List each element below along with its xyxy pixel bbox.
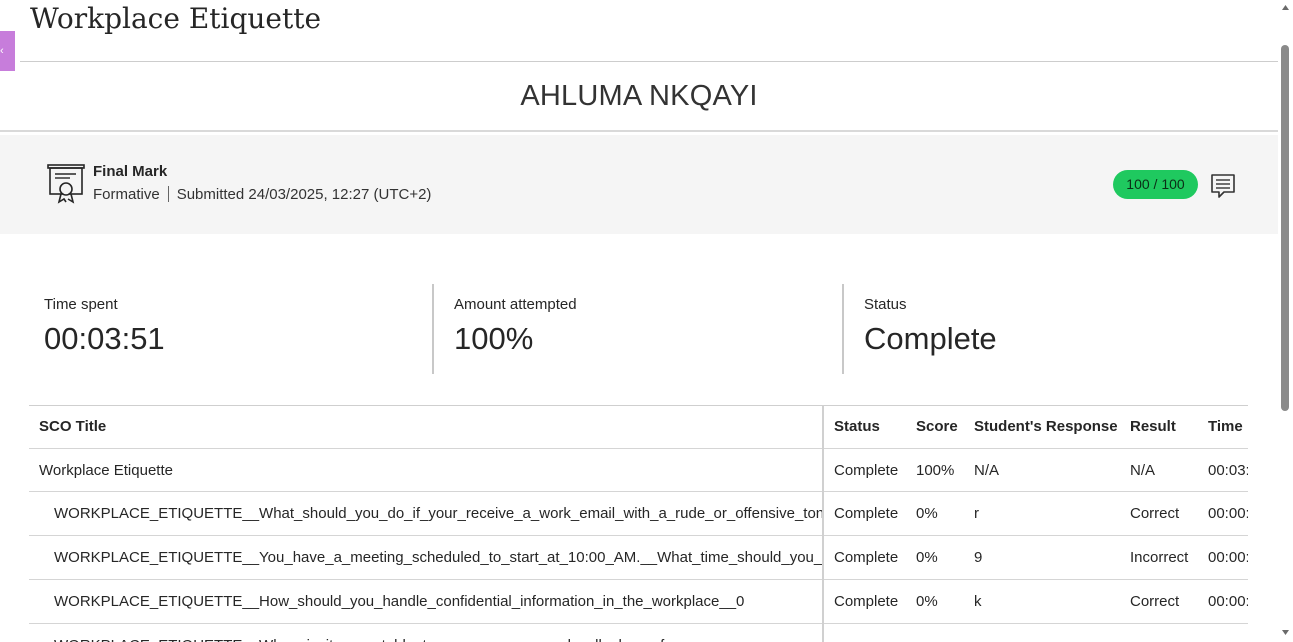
cell-time <box>1198 623 1248 642</box>
cell-response: N/A <box>964 448 1120 492</box>
divider <box>20 61 1278 62</box>
stat-label: Status <box>864 296 907 313</box>
cell-status: Complete <box>823 535 906 580</box>
cell-time: 00:00: <box>1198 535 1248 580</box>
separator <box>167 186 169 202</box>
table-row: WORKPLACE_ETIQUETTE__When_is_it_acceptab… <box>29 623 1248 642</box>
cell-score: 0% <box>906 579 964 624</box>
stat-value: 00:03:51 <box>44 321 165 356</box>
cell-status: Complete <box>823 579 906 624</box>
certificate-icon <box>47 164 85 204</box>
table-row: WORKPLACE_ETIQUETTE__What_should_you_do_… <box>29 491 1248 536</box>
sco-table-container[interactable]: SCO Title Status Score Student's Respons… <box>29 405 1248 642</box>
cell-sco-title: WORKPLACE_ETIQUETTE__What_should_you_do_… <box>29 491 824 536</box>
cell-sco-title: WORKPLACE_ETIQUETTE__You_have_a_meeting_… <box>29 535 824 580</box>
cell-score: 100% <box>906 448 964 492</box>
scroll-up-arrow-icon[interactable] <box>1281 3 1290 12</box>
cell-result: Correct <box>1120 579 1198 624</box>
divider <box>842 284 844 374</box>
table-row: Workplace Etiquette Complete 100% N/A N/… <box>29 448 1248 492</box>
column-header-result[interactable]: Result <box>1120 405 1198 449</box>
final-mark-label: Final Mark <box>93 163 168 180</box>
scrollbar-thumb[interactable] <box>1281 45 1289 411</box>
column-header-sco-title[interactable]: SCO Title <box>29 405 824 449</box>
feedback-icon[interactable] <box>1210 173 1236 199</box>
cell-sco-title: WORKPLACE_ETIQUETTE__When_is_it_acceptab… <box>29 623 824 642</box>
table-header-row: SCO Title Status Score Student's Respons… <box>29 405 1248 449</box>
assessment-type: Formative <box>93 186 160 203</box>
column-header-score[interactable]: Score <box>906 405 964 449</box>
stat-label: Time spent <box>44 296 118 313</box>
column-header-status[interactable]: Status <box>823 405 906 449</box>
stat-status: Status Complete <box>864 284 997 374</box>
cell-result: N/A <box>1120 448 1198 492</box>
sidebar-toggle-button[interactable]: ‹ <box>0 31 15 71</box>
chevron-left-icon: ‹ <box>0 45 4 57</box>
cell-response: r <box>964 491 1120 536</box>
cell-sco-title: Workplace Etiquette <box>29 448 824 492</box>
divider <box>432 284 434 374</box>
stat-time-spent: Time spent 00:03:51 <box>44 284 165 374</box>
stat-value: 100% <box>454 321 534 356</box>
cell-time: 00:00: <box>1198 491 1248 536</box>
grade-summary-panel <box>0 135 1278 234</box>
cell-response <box>964 623 1120 642</box>
cell-result: Incorrect <box>1120 535 1198 580</box>
cell-time: 00:00: <box>1198 579 1248 624</box>
sco-table: SCO Title Status Score Student's Respons… <box>29 405 1248 642</box>
table-row: WORKPLACE_ETIQUETTE__How_should_you_hand… <box>29 579 1248 624</box>
table-row: WORKPLACE_ETIQUETTE__You_have_a_meeting_… <box>29 535 1248 580</box>
stat-amount-attempted: Amount attempted 100% <box>454 284 577 374</box>
cell-response: 9 <box>964 535 1120 580</box>
cell-score <box>906 623 964 642</box>
cell-response: k <box>964 579 1120 624</box>
cell-score: 0% <box>906 491 964 536</box>
submitted-date: Submitted 24/03/2025, 12:27 (UTC+2) <box>176 186 432 203</box>
cell-sco-title: WORKPLACE_ETIQUETTE__How_should_you_hand… <box>29 579 824 624</box>
stat-label: Amount attempted <box>454 296 577 313</box>
cell-status: Complete <box>823 491 906 536</box>
cell-status: Complete <box>823 448 906 492</box>
submission-meta: Formative Submitted 24/03/2025, 12:27 (UT… <box>93 186 431 203</box>
scroll-down-arrow-icon[interactable] <box>1281 628 1290 637</box>
cell-status <box>823 623 906 642</box>
cell-result <box>1120 623 1198 642</box>
cell-score: 0% <box>906 535 964 580</box>
grade-pill[interactable]: 100 / 100 <box>1113 170 1198 199</box>
divider <box>0 130 1278 132</box>
student-name: AHLUMA NKQAYI <box>520 80 758 112</box>
column-header-time[interactable]: Time <box>1198 405 1248 449</box>
column-header-response[interactable]: Student's Response <box>964 405 1120 449</box>
cell-result: Correct <box>1120 491 1198 536</box>
cell-time: 00:03:51 <box>1198 448 1248 492</box>
stat-value: Complete <box>864 321 997 356</box>
page-title: Workplace Etiquette <box>30 2 322 35</box>
